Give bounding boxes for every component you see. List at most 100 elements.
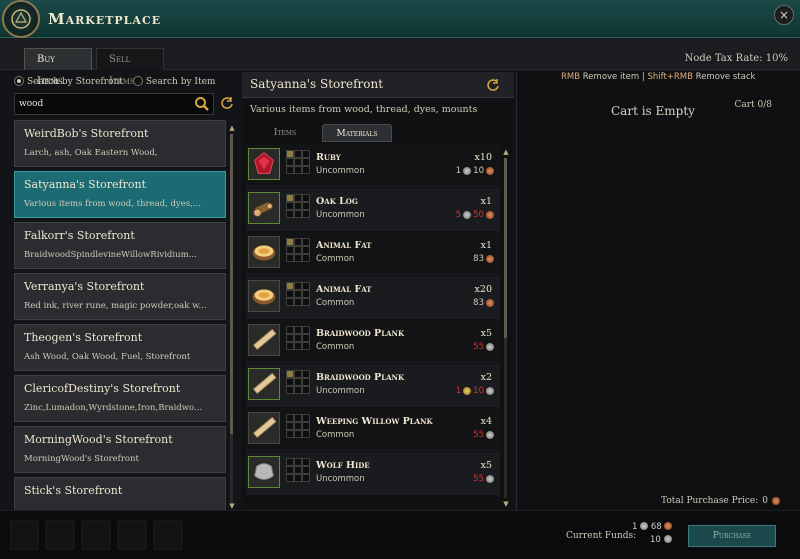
radio-dot[interactable] xyxy=(132,76,143,86)
grid-cell xyxy=(286,166,294,174)
item-quantity: x1 xyxy=(480,196,492,207)
grid-cell xyxy=(294,246,302,254)
storefront-desc: Zinc,Lumadon,Wyrdstone,Iron,Braidwo... xyxy=(24,403,203,413)
hint-text: Remove item | xyxy=(580,72,648,82)
item-grid-icon xyxy=(286,194,310,218)
grid-cell xyxy=(302,166,310,174)
grid-cell xyxy=(294,150,302,158)
grid-cell xyxy=(286,254,294,262)
storefront-desc: Larch, ash, Oak Eastern Wood, xyxy=(24,148,158,158)
price-value: 50 xyxy=(473,210,484,220)
background-hotbar xyxy=(10,520,183,550)
grid-cell xyxy=(286,290,294,298)
storefront-item[interactable]: Falkorr's Storefront BraidwoodSpindlevine… xyxy=(14,222,226,269)
hint-key: Shift+RMB xyxy=(647,72,693,82)
radio-search-by-storefront[interactable]: Search by Storefront xyxy=(14,76,123,87)
price-value: 10 xyxy=(473,386,484,396)
refresh-icon[interactable] xyxy=(486,78,500,92)
storefront-desc: Various items from wood, thread, dyes,..… xyxy=(24,199,201,209)
grid-cell xyxy=(302,474,310,482)
tab-buy-items[interactable]: Buy Items xyxy=(24,48,92,87)
storefront-item[interactable]: MorningWood's Storefront MorningWood's St… xyxy=(14,426,226,473)
scroll-down-icon[interactable]: ▼ xyxy=(228,502,236,510)
search-input[interactable] xyxy=(19,96,189,112)
grid-cell xyxy=(294,202,302,210)
price-value: 1 xyxy=(455,386,462,396)
scroll-up-icon[interactable]: ▲ xyxy=(228,124,236,132)
token-icon xyxy=(663,535,672,543)
scrollbar-thumb[interactable] xyxy=(504,158,507,338)
item-rarity: Common xyxy=(316,298,355,308)
item-row[interactable]: Braidwood Plank Uncommon x2 1 10 xyxy=(246,364,500,407)
grid-cell xyxy=(302,326,310,334)
item-grid-icon xyxy=(286,282,310,306)
total-purchase-price: Total Purchase Price: 0 xyxy=(661,496,780,506)
item-name: Braidwood Plank xyxy=(316,372,405,383)
grid-cell xyxy=(302,414,310,422)
price-value: 83 xyxy=(473,254,484,264)
grid-cell xyxy=(302,298,310,306)
storefront-item[interactable]: Stick's Storefront xyxy=(14,477,226,510)
item-row[interactable]: Wolf Hide Uncommon x5 55 xyxy=(246,452,500,495)
grid-cell xyxy=(286,210,294,218)
grid-cell xyxy=(286,202,294,210)
item-row[interactable]: Oak Log Uncommon x1 5 50 xyxy=(246,188,500,231)
grid-cell xyxy=(286,342,294,350)
grid-cell xyxy=(286,466,294,474)
grid-cell xyxy=(294,386,302,394)
grid-cell xyxy=(286,378,294,386)
scroll-down-icon[interactable]: ▼ xyxy=(502,500,510,508)
item-grid-icon xyxy=(286,414,310,438)
item-row[interactable]: Animal Fat Common x20 83 xyxy=(246,276,500,319)
item-row[interactable]: Braidwood Plank Common x5 55 xyxy=(246,320,500,363)
marketplace-window: Marketplace × Buy Items Sell Items Node … xyxy=(0,0,800,559)
grid-cell xyxy=(294,166,302,174)
item-row[interactable]: Animal Fat Common x1 83 xyxy=(246,232,500,275)
scroll-up-icon[interactable]: ▲ xyxy=(502,148,510,156)
item-scrollbar[interactable] xyxy=(504,158,507,498)
storefront-scrollbar[interactable] xyxy=(230,134,233,504)
grid-cell xyxy=(302,254,310,262)
tab-items[interactable]: Items xyxy=(252,124,318,142)
item-price: 5 50 xyxy=(456,210,494,220)
radio-dot[interactable] xyxy=(14,76,24,86)
grid-cell xyxy=(302,238,310,246)
tab-sell-items[interactable]: Sell Items xyxy=(96,48,164,87)
grid-cell xyxy=(302,386,310,394)
item-rarity: Uncommon xyxy=(316,166,365,176)
item-price: 55 xyxy=(473,474,494,484)
search-icon[interactable] xyxy=(194,96,210,112)
storefront-name: Verranya's Storefront xyxy=(24,280,145,293)
purchase-button[interactable]: Purchase xyxy=(688,525,776,547)
copper-coin-icon xyxy=(772,497,780,505)
storefront-item[interactable]: Verranya's Storefront Red ink, river rune… xyxy=(14,273,226,320)
cart-empty-label: Cart is Empty xyxy=(611,104,695,118)
refresh-icon[interactable] xyxy=(220,96,234,110)
storefront-item[interactable]: WeirdBob's Storefront Larch, ash, Oak Eas… xyxy=(14,120,226,167)
cart-pane: RMB Remove item | Shift+RMB Remove stack… xyxy=(516,72,800,510)
storefront-desc: Red ink, river rune, magic powder,oak w.… xyxy=(24,301,207,311)
item-price: 55 xyxy=(473,342,494,352)
grid-cell xyxy=(294,210,302,218)
grid-cell xyxy=(294,254,302,262)
grid-cell xyxy=(286,458,294,466)
storefront-item[interactable]: ClericofDestiny's Storefront Zinc,Lumadon… xyxy=(14,375,226,422)
close-button[interactable]: × xyxy=(774,5,794,25)
item-grid-icon xyxy=(286,458,310,482)
storefront-item-selected[interactable]: Satyanna's Storefront Various items from … xyxy=(14,171,226,218)
grid-cell xyxy=(286,430,294,438)
item-price: 1 10 xyxy=(456,166,494,176)
grid-cell xyxy=(286,414,294,422)
grid-cell xyxy=(302,282,310,290)
item-row[interactable]: Weeping Willow Plank Common x4 55 xyxy=(246,408,500,451)
scrollbar-thumb[interactable] xyxy=(230,134,233,434)
item-row[interactable]: Ruby Uncommon x10 1 10 xyxy=(246,144,500,187)
tab-materials[interactable]: Materials xyxy=(322,124,392,142)
grid-cell xyxy=(302,210,310,218)
grid-cell xyxy=(302,370,310,378)
item-grid-icon xyxy=(286,326,310,350)
grid-cell xyxy=(294,474,302,482)
storefront-name: Satyanna's Storefront xyxy=(24,178,146,191)
radio-search-by-item[interactable]: Search by Item xyxy=(132,76,215,87)
storefront-item[interactable]: Theogen's Storefront Ash Wood, Oak Wood, … xyxy=(14,324,226,371)
